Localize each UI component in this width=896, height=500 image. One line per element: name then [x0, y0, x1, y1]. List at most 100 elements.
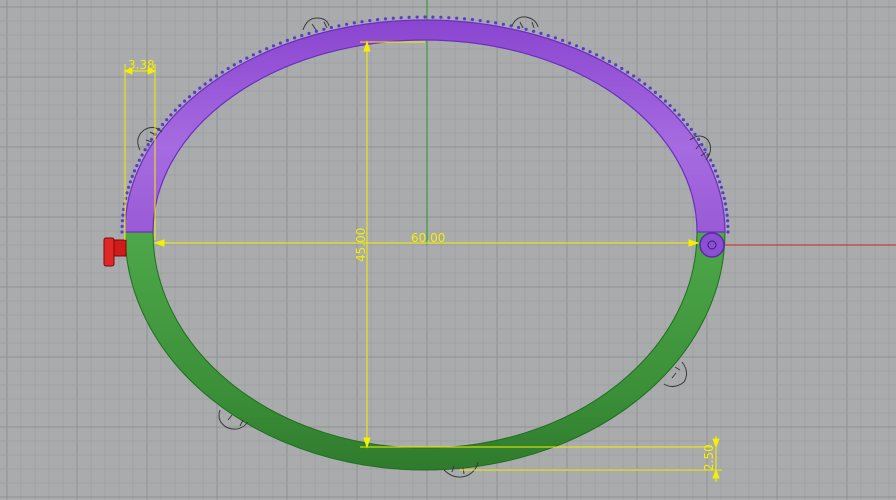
tooth-bead: [226, 66, 230, 71]
tooth-bead: [726, 230, 730, 234]
tooth-bead: [165, 118, 169, 122]
tooth-bead: [709, 158, 713, 162]
tooth-bead: [703, 148, 707, 152]
tooth-bead: [198, 86, 202, 90]
tooth-bead: [595, 53, 599, 57]
tooth-bead: [722, 196, 726, 200]
tooth-bead: [648, 86, 652, 90]
tooth-bead: [689, 127, 693, 131]
tooth-bead: [588, 50, 592, 54]
tooth-bead: [278, 41, 282, 45]
tooth-bead: [423, 15, 427, 19]
tooth-bead: [663, 99, 668, 103]
tooth-bead: [726, 224, 730, 228]
tooth-bead: [314, 29, 318, 33]
tooth-bead: [673, 108, 677, 112]
tooth-bead: [614, 63, 618, 67]
tooth-bead: [337, 24, 341, 28]
tooth-bead: [352, 21, 356, 25]
tooth-bead: [345, 22, 349, 26]
tooth-bead: [724, 207, 728, 212]
band-width-dimension-label: 3.38: [128, 58, 155, 72]
tooth-bead: [643, 82, 647, 86]
tooth-bead: [238, 59, 243, 64]
tooth-bead: [626, 70, 630, 74]
tooth-bead: [203, 82, 207, 86]
tooth-bead: [300, 34, 304, 38]
tooth-bead: [693, 132, 697, 136]
tooth-bead: [524, 27, 528, 31]
tooth-bead: [360, 20, 364, 24]
tooth-bead: [462, 17, 467, 21]
tooth-bead: [127, 185, 131, 189]
link-icon: [302, 17, 330, 31]
tooth-bead: [232, 63, 236, 67]
tooth-bead: [220, 70, 224, 74]
ring-teeth: [120, 15, 730, 234]
tooth-bead: [128, 180, 132, 184]
height-dimension-label: 45.00: [354, 228, 368, 262]
tooth-bead: [193, 90, 197, 94]
tooth-bead: [568, 41, 572, 45]
tooth-bead: [183, 99, 187, 103]
hinge-pin-icon[interactable]: [699, 232, 725, 258]
tooth-bead: [173, 108, 177, 112]
tooth-bead: [681, 118, 685, 122]
tooth-bead: [677, 113, 681, 117]
tooth-bead: [696, 137, 701, 141]
tooth-bead: [149, 137, 154, 141]
clasp-icon[interactable]: [103, 237, 127, 267]
tooth-bead: [307, 31, 311, 35]
tooth-bead: [245, 56, 249, 60]
tooth-bead: [285, 38, 289, 43]
tooth-bead: [120, 224, 124, 228]
tooth-bead: [716, 174, 720, 178]
tooth-bead: [725, 213, 729, 217]
tooth-bead: [719, 185, 724, 189]
tooth-bead: [214, 74, 218, 78]
tooth-bead: [178, 104, 182, 108]
tooth-bead: [121, 213, 125, 217]
tooth-bead: [581, 47, 585, 51]
tooth-bead: [132, 169, 137, 173]
tooth-bead: [501, 22, 505, 26]
tooth-bead: [368, 19, 372, 23]
tooth-bead: [517, 25, 521, 30]
tooth-bead: [601, 56, 605, 60]
tooth-bead: [140, 153, 144, 157]
ring-lower-half[interactable]: [124, 231, 726, 471]
tooth-bead: [376, 18, 380, 22]
tooth-bead: [265, 47, 269, 51]
tooth-bead: [120, 219, 124, 223]
tooth-bead: [532, 29, 536, 33]
tooth-bead: [723, 202, 728, 206]
tooth-bead: [251, 53, 255, 57]
tooth-bead: [383, 17, 388, 21]
tooth-bead: [187, 95, 192, 99]
tooth-bead: [209, 78, 213, 82]
tooth-bead: [685, 122, 690, 127]
tooth-bead: [718, 180, 722, 184]
tooth-bead: [258, 50, 262, 54]
tooth-bead: [607, 59, 612, 64]
tooth-bead: [293, 36, 297, 40]
tooth-bead: [137, 158, 141, 162]
cad-viewport[interactable]: 60.00 45.00 3.38 2.50: [0, 0, 896, 500]
tooth-bead: [721, 191, 725, 195]
tooth-bead: [271, 44, 276, 48]
tooth-bead: [447, 16, 451, 20]
tooth-bead: [161, 122, 165, 127]
tooth-bead: [546, 34, 550, 38]
ring-upper-half[interactable]: [124, 19, 726, 233]
tooth-bead: [486, 20, 490, 24]
tooth-bead: [439, 15, 443, 19]
tooth-bead: [653, 90, 658, 94]
tooth-bead: [470, 18, 474, 22]
tooth-bead: [711, 164, 715, 168]
tooth-bead: [637, 78, 641, 82]
width-dimension-label: 60.00: [411, 231, 445, 245]
tooth-bead: [553, 36, 558, 40]
tooth-bead: [120, 230, 124, 234]
tooth-bead: [431, 15, 435, 19]
tooth-bead: [169, 113, 173, 117]
